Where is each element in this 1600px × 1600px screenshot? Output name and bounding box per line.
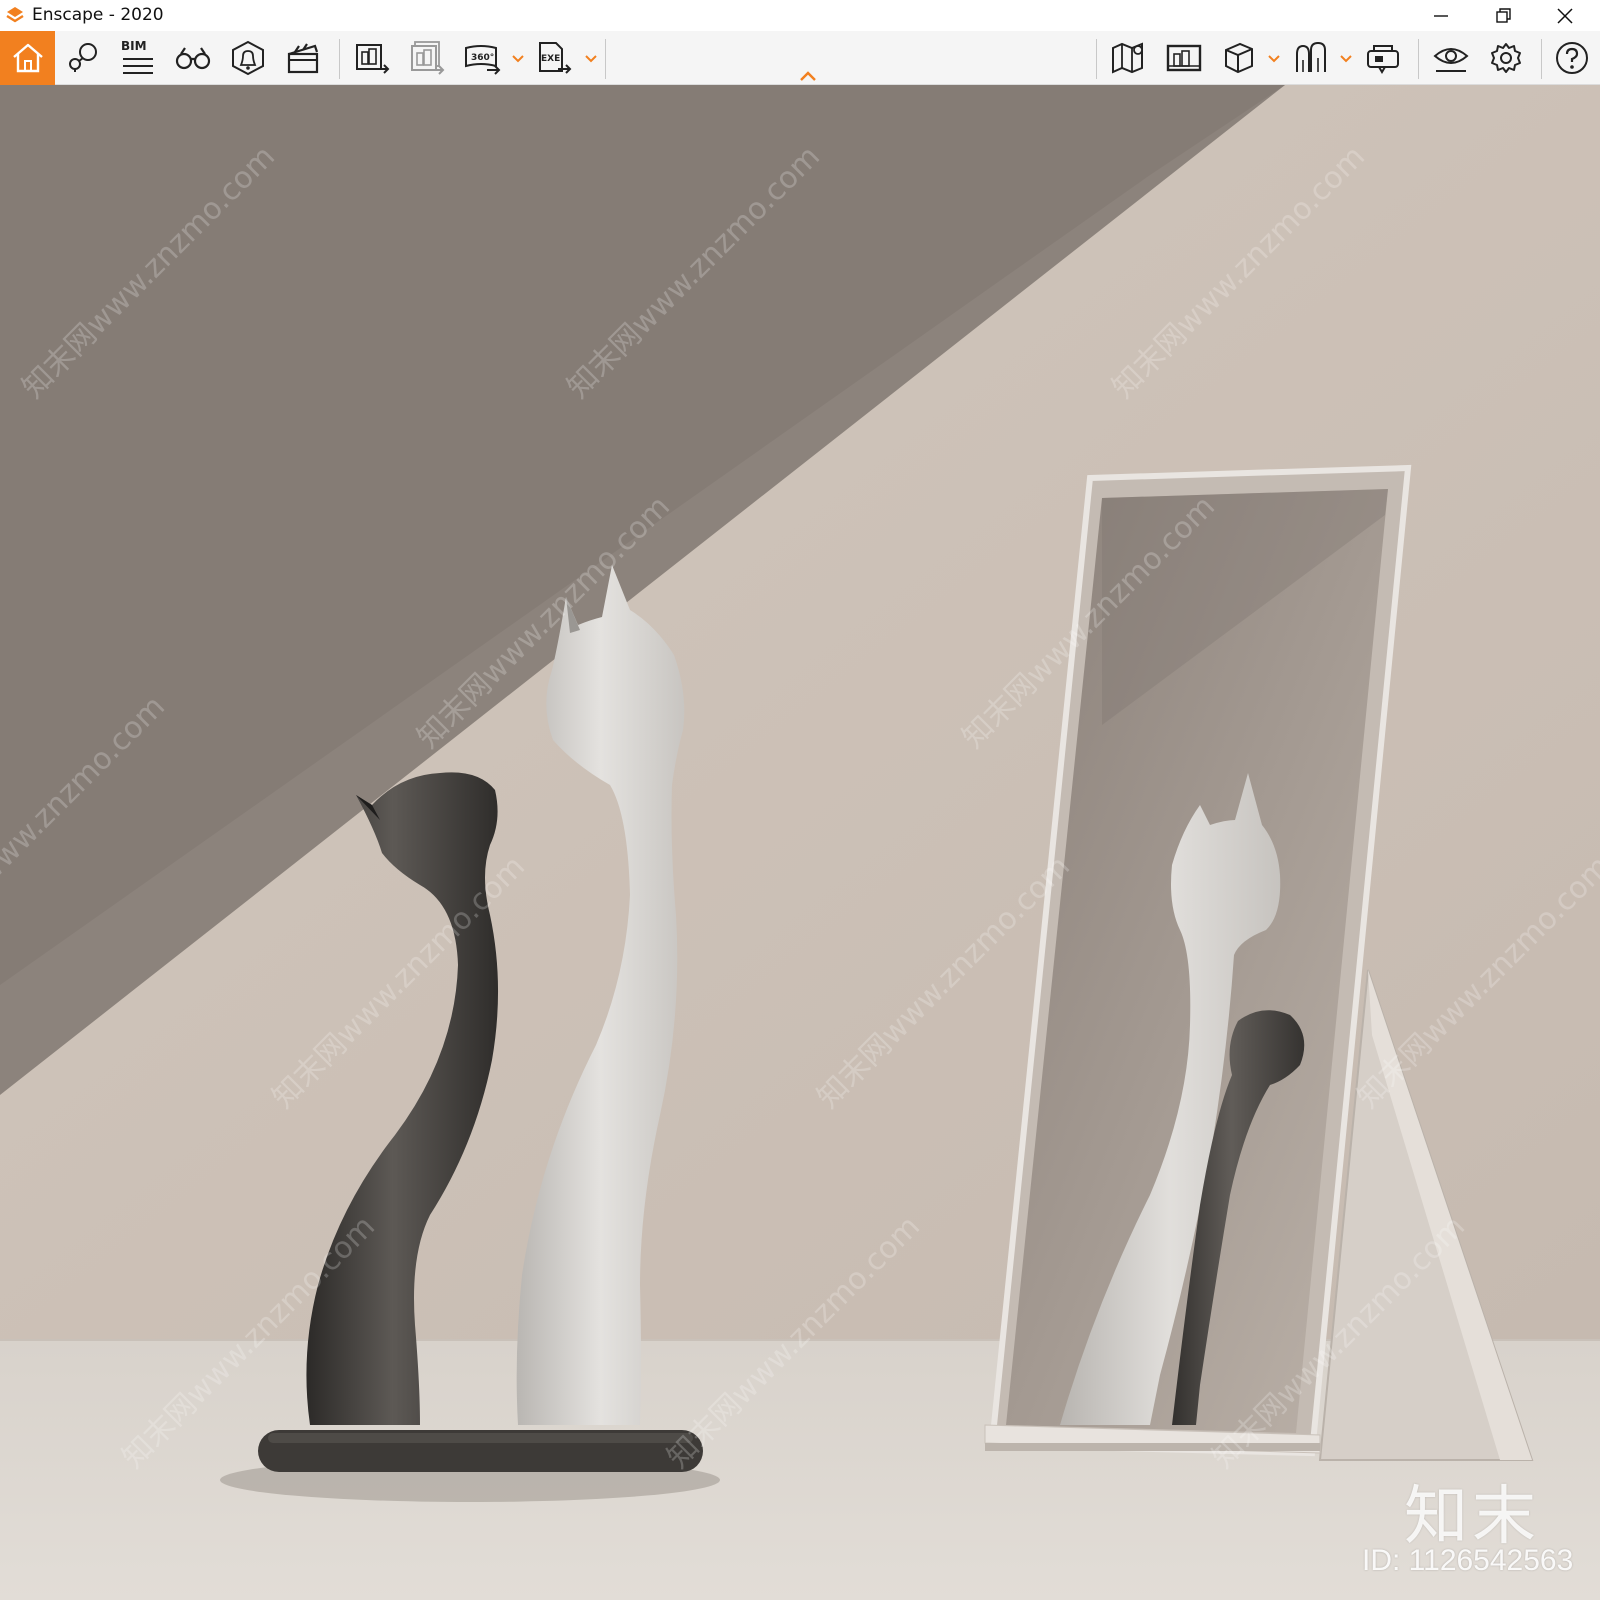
watermark-id: ID: 1126542563: [1362, 1544, 1574, 1577]
render-viewport[interactable]: 知末网www.znzmo.com 知末网www.znzmo.com 知末网www…: [0, 85, 1600, 1600]
exe-label: EXE: [541, 54, 560, 64]
eye-visual-settings-icon: [1433, 48, 1469, 72]
bim-button[interactable]: BIM: [113, 33, 163, 83]
views-button[interactable]: [58, 33, 108, 83]
vr-headset-icon: [1367, 45, 1399, 74]
home-button[interactable]: [0, 31, 55, 85]
bell-warning-icon: [232, 40, 264, 76]
settings-gear-icon: [1491, 43, 1521, 73]
chevron-down-icon[interactable]: [1339, 51, 1353, 65]
title-bar: Enscape - 2020: [0, 0, 1600, 31]
asset-library-button[interactable]: [1286, 33, 1336, 83]
chevron-down-icon[interactable]: [1267, 51, 1281, 65]
home-icon: [12, 43, 43, 73]
clapper-icon: [287, 43, 319, 74]
binoculars-button[interactable]: [168, 33, 218, 83]
toolbar-separator: [339, 39, 340, 79]
bim-label: BIM: [121, 39, 147, 53]
binoculars-icon: [175, 47, 211, 70]
render-screenshot-button[interactable]: [348, 33, 398, 83]
panorama-360-icon: 360°: [465, 45, 501, 75]
chevron-up-icon[interactable]: [798, 69, 818, 83]
close-button[interactable]: [1534, 0, 1596, 31]
minimize-icon: [1434, 15, 1448, 17]
map-icon: [1112, 42, 1143, 74]
restore-button[interactable]: [1472, 0, 1534, 31]
location-pin-icon: [69, 43, 97, 72]
cube-view-icon: [1225, 42, 1253, 74]
toolbar-separator: [1541, 39, 1542, 79]
window-title: Enscape - 2020: [32, 5, 164, 25]
vr-headset-button[interactable]: [1358, 33, 1408, 83]
toolbar-separator: [1096, 39, 1097, 79]
toolbar-separator: [605, 39, 606, 79]
render-screenshot-icon: [356, 44, 390, 74]
settings-button[interactable]: [1481, 33, 1531, 83]
visual-settings-button[interactable]: [1426, 33, 1476, 83]
video-editor-button[interactable]: [278, 33, 328, 83]
batch-render-button[interactable]: [403, 33, 453, 83]
close-icon: [1557, 8, 1573, 24]
panorama-button[interactable]: 360°: [458, 33, 508, 83]
panorama-label: 360°: [471, 53, 494, 63]
help-icon: [1556, 42, 1588, 74]
view-cube-button[interactable]: [1214, 33, 1264, 83]
restore-icon: [1496, 8, 1511, 23]
bim-icon: [123, 58, 153, 74]
render-history-icon: [1166, 44, 1202, 72]
chevron-down-icon[interactable]: [584, 51, 598, 65]
enscape-toolbar: BIM 360° EXE: [0, 31, 1600, 85]
asset-library-icon: [1296, 41, 1326, 72]
map-button[interactable]: [1104, 33, 1154, 83]
help-button[interactable]: [1547, 33, 1597, 83]
enscape-logo-icon: [6, 7, 24, 23]
capture-alert-button[interactable]: [223, 33, 273, 83]
exe-export-icon: EXE: [539, 42, 572, 74]
exe-export-button[interactable]: EXE: [530, 33, 580, 83]
minimize-button[interactable]: [1410, 0, 1472, 31]
chevron-down-icon[interactable]: [511, 51, 525, 65]
toolbar-separator: [1418, 39, 1419, 79]
batch-render-icon: [411, 41, 445, 75]
scene-render: [0, 85, 1600, 1600]
render-history-button[interactable]: [1159, 33, 1209, 83]
